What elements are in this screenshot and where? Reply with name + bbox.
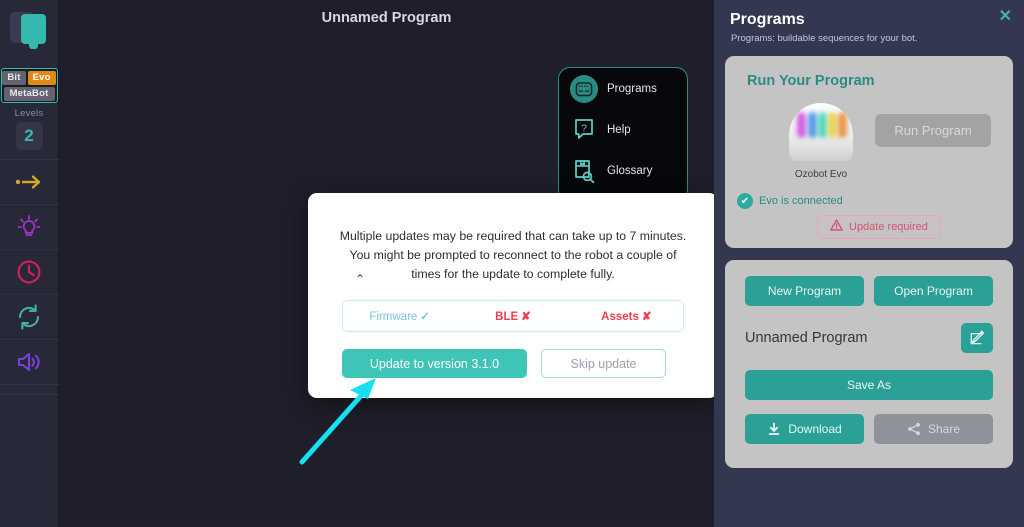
bot-selector[interactable]: Bit Evo MetaBot <box>0 68 58 103</box>
status-ble: BLE ✘ <box>456 309 569 323</box>
help-question-icon: ? <box>570 116 598 144</box>
robot-name-label: Ozobot Evo <box>794 169 848 180</box>
status-firmware-label: Firmware <box>369 311 418 323</box>
programs-panel-subtitle: Programs: buildable sequences for your b… <box>731 33 918 44</box>
save-as-button[interactable]: Save As <box>745 370 993 400</box>
sound-speaker-icon <box>15 350 43 374</box>
sidebar-item-loops[interactable] <box>0 295 59 340</box>
run-program-button[interactable]: Run Program <box>875 114 991 147</box>
dialog-message: Multiple updates may be required that ca… <box>339 229 687 281</box>
status-assets-label: Assets <box>601 311 639 323</box>
check-circle-icon: ✔ <box>737 193 753 209</box>
status-firmware: Firmware ✓ <box>343 309 456 323</box>
programs-panel: Programs Programs: buildable sequences f… <box>714 0 1024 527</box>
update-status-row: Firmware ✓ BLE ✘ Assets ✘ <box>342 300 684 332</box>
sidebar-item-movement[interactable] <box>0 160 59 205</box>
page-title: Unnamed Program <box>321 10 452 26</box>
bot-chip-row: Bit Evo <box>2 71 56 85</box>
bot-chip-bit[interactable]: Bit <box>2 71 26 85</box>
close-icon[interactable]: ✕ <box>999 9 1012 25</box>
warning-triangle-icon <box>830 218 843 236</box>
app-root: Bit Evo MetaBot Levels 2 Unnamed Program… <box>0 0 1024 527</box>
run-program-heading: Run Your Program <box>747 73 875 89</box>
menu-item-label: Programs <box>607 82 657 95</box>
clock-timer-icon <box>16 259 42 285</box>
download-label: Download <box>788 422 842 436</box>
levels-label: Levels <box>14 108 44 119</box>
rename-program-button[interactable] <box>961 323 993 353</box>
update-required-label: Update required <box>849 221 928 233</box>
light-bulb-icon <box>15 214 43 240</box>
menu-item-help[interactable]: ? Help <box>559 109 687 150</box>
menu-item-programs[interactable]: Programs <box>559 68 687 109</box>
sidebar-item-lights[interactable] <box>0 205 59 250</box>
programs-robot-icon <box>570 74 598 103</box>
status-assets: Assets ✘ <box>570 309 683 323</box>
robot-body <box>789 103 853 161</box>
sidebar-item-sound[interactable] <box>0 340 59 385</box>
svg-text:?: ? <box>581 122 587 134</box>
dialog-actions: Update to version 3.1.0 Skip update <box>342 349 718 378</box>
share-label: Share <box>927 422 961 436</box>
sidebar-divider-bottom <box>0 394 59 395</box>
program-create-row: New Program Open Program <box>745 276 993 306</box>
annotation-arrow <box>288 368 398 473</box>
level-value-box[interactable]: 2 <box>15 122 43 150</box>
ozobot-logo[interactable] <box>0 0 59 59</box>
glossary-book-search-icon <box>570 157 598 185</box>
new-program-button[interactable]: New Program <box>745 276 864 306</box>
export-row: Download Share <box>745 414 993 444</box>
cross-icon: ✘ <box>521 311 531 323</box>
logo-front-shape <box>20 14 46 49</box>
menu-item-glossary[interactable]: Glossary <box>559 150 687 191</box>
edit-pencil-icon <box>969 329 985 348</box>
status-ble-label: BLE <box>495 311 519 323</box>
ozobot-evo-image <box>785 103 857 165</box>
skip-update-button[interactable]: Skip update <box>541 349 666 378</box>
share-nodes-icon <box>907 422 921 436</box>
download-button[interactable]: Download <box>745 414 864 444</box>
robot-preview: Ozobot Evo <box>773 103 869 180</box>
program-name-row: Unnamed Program <box>745 323 993 353</box>
menu-item-label: Glossary <box>607 164 653 177</box>
programs-panel-title: Programs <box>730 11 805 28</box>
program-name-label: Unnamed Program <box>745 330 868 346</box>
bot-chip-evo[interactable]: Evo <box>27 71 56 85</box>
run-program-card: Run Your Program Ozobot Evo Run Program … <box>725 56 1013 248</box>
update-required-badge[interactable]: Update required <box>817 215 941 239</box>
left-sidebar: Bit Evo MetaBot Levels 2 <box>0 0 59 527</box>
connection-status: ✔ Evo is connected <box>737 193 843 209</box>
connection-status-label: Evo is connected <box>759 195 843 207</box>
bot-chip-metabot[interactable]: MetaBot <box>3 87 55 101</box>
share-button[interactable]: Share <box>874 414 993 444</box>
save-row: Save As <box>745 370 993 400</box>
loops-refresh-icon <box>15 304 43 330</box>
download-icon <box>767 422 781 436</box>
check-icon: ✓ <box>420 311 430 323</box>
program-actions-card: New Program Open Program Unnamed Program… <box>725 260 1013 468</box>
mouse-text-cursor: ⌃ <box>355 272 366 286</box>
open-program-button[interactable]: Open Program <box>874 276 993 306</box>
sidebar-item-timing[interactable] <box>0 250 59 295</box>
tool-menu-panel: Programs ? Help Glossary <box>558 67 688 202</box>
menu-item-label: Help <box>607 123 631 136</box>
cross-icon: ✘ <box>641 311 652 323</box>
movement-arrow-icon <box>14 173 44 191</box>
